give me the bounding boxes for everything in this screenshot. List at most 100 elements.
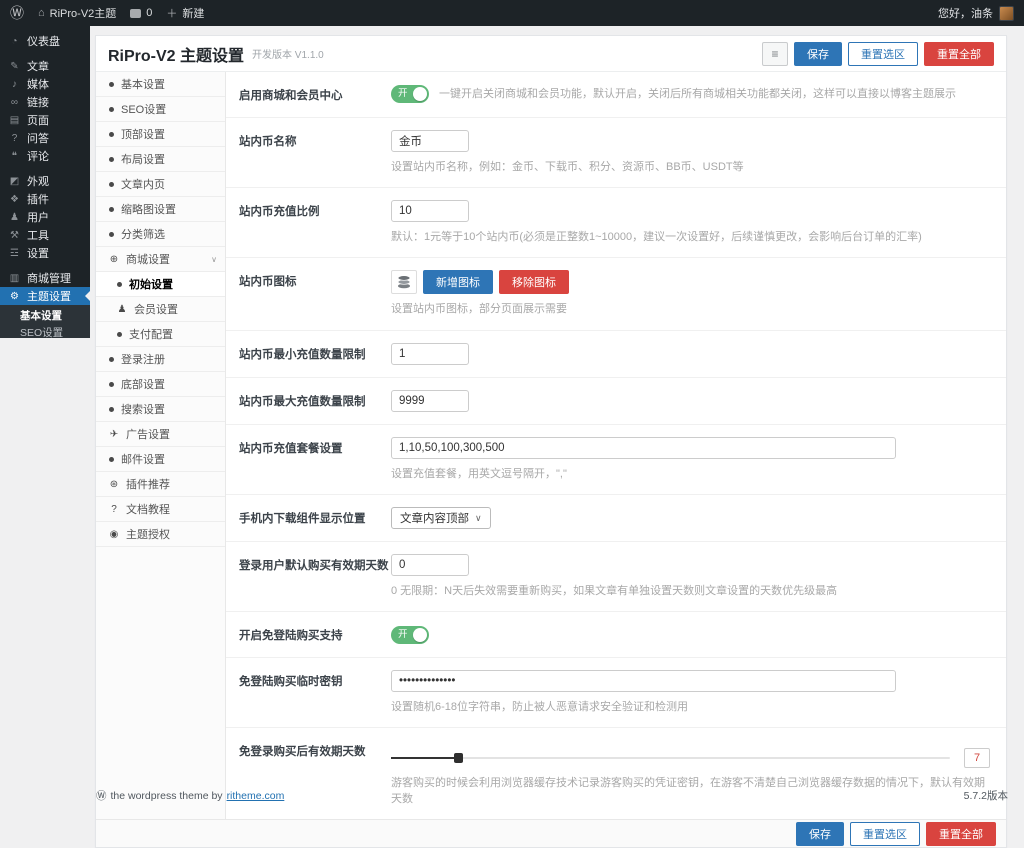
- sidebar-label: 评论: [27, 148, 49, 164]
- enable-shop-toggle[interactable]: 开: [391, 85, 429, 103]
- nav-item-search-settings[interactable]: 搜索设置: [96, 397, 225, 422]
- save-button-bottom[interactable]: 保存: [796, 822, 844, 846]
- sidebar-item-links[interactable]: ∞ 链接: [0, 93, 90, 111]
- slider-thumb[interactable]: [454, 753, 463, 763]
- version-label: 开发版本 V1.1.0: [252, 46, 324, 61]
- help-icon: ?: [109, 504, 119, 515]
- sidebar-item-settings[interactable]: ☲ 设置: [0, 244, 90, 262]
- purchase-valid-days-input[interactable]: [391, 554, 469, 576]
- nav-item-docs[interactable]: ?文档教程: [96, 497, 225, 522]
- ritheme-link[interactable]: ritheme.com: [227, 790, 285, 802]
- wordpress-logo-icon[interactable]: Ⓦ: [10, 3, 24, 23]
- sidebar-item-users[interactable]: ♟ 用户: [0, 208, 90, 226]
- menu-separator: [0, 262, 90, 269]
- sidebar-item-shop-manage[interactable]: ▥ 商城管理: [0, 269, 90, 287]
- user-greeting[interactable]: 您好，油条: [938, 5, 993, 21]
- nav-label: 搜索设置: [121, 401, 165, 417]
- nav-label: 商城设置: [126, 251, 170, 267]
- nav-item-login-register[interactable]: 登录注册: [96, 347, 225, 372]
- nav-label: 缩略图设置: [121, 201, 176, 217]
- dashboard-icon: ◔: [8, 36, 21, 47]
- settings-icon: ☲: [8, 248, 21, 259]
- reset-all-button-bottom[interactable]: 重置全部: [926, 822, 996, 846]
- recharge-ratio-input[interactable]: [391, 200, 469, 222]
- sidebar-item-comments[interactable]: ❝ 评论: [0, 147, 90, 165]
- recharge-packages-input[interactable]: [391, 437, 896, 459]
- reset-section-button-bottom[interactable]: 重置选区: [850, 822, 920, 846]
- nav-item-ad-settings[interactable]: ✈广告设置: [96, 422, 225, 447]
- links-icon: ∞: [8, 97, 21, 108]
- field-label: 站内币最大充值数量限制: [239, 390, 391, 412]
- site-link[interactable]: ⌂ RiPro-V2主题: [38, 5, 116, 21]
- setting-row-max-recharge: 站内币最大充值数量限制: [226, 378, 1006, 425]
- coin-name-input[interactable]: [391, 130, 469, 152]
- nav-label: 底部设置: [121, 376, 165, 392]
- nav-item-member-settings[interactable]: ♟会员设置: [96, 297, 225, 322]
- nav-item-top[interactable]: 顶部设置: [96, 122, 225, 147]
- setting-row-recharge-ratio: 站内币充值比例 默认：1元等于10个站内币(必须是正整数1~10000，建议一次…: [226, 188, 1006, 258]
- sidebar-item-appearance[interactable]: ◩ 外观: [0, 172, 90, 190]
- sidebar-item-pages[interactable]: ▤ 页面: [0, 111, 90, 129]
- sidebar-label: 媒体: [27, 76, 49, 92]
- sidebar-item-qa[interactable]: ? 问答: [0, 129, 90, 147]
- field-desc: 0 无限期：N天后失效需要重新购买，如果文章有单独设置天数则文章设置的天数优先级…: [391, 584, 990, 599]
- comments-shortcut[interactable]: 0: [130, 7, 152, 19]
- bullet-icon: [109, 132, 114, 137]
- nav-item-initial-settings[interactable]: 初始设置: [96, 272, 225, 297]
- nav-label: 布局设置: [121, 151, 165, 167]
- reset-section-button[interactable]: 重置选区: [848, 42, 918, 66]
- bullet-icon: [117, 332, 122, 337]
- nav-item-mail-settings[interactable]: 邮件设置: [96, 447, 225, 472]
- chevron-down-icon: ∨: [475, 513, 482, 524]
- nav-item-post-page[interactable]: 文章内页: [96, 172, 225, 197]
- nav-item-license[interactable]: ◉主题授权: [96, 522, 225, 547]
- field-label: 开启免登陆购买支持: [239, 624, 391, 645]
- nav-item-shop-settings[interactable]: ⊕ 商城设置 ∨: [96, 247, 225, 272]
- download-position-select[interactable]: 文章内容顶部 ∨: [391, 507, 491, 529]
- avatar[interactable]: [999, 6, 1014, 21]
- sidebar-item-posts[interactable]: ✎ 文章: [0, 57, 90, 75]
- min-recharge-input[interactable]: [391, 343, 469, 365]
- question-icon: ?: [8, 133, 21, 144]
- nav-label: 顶部设置: [121, 126, 165, 142]
- sidebar-label: 文章: [27, 58, 49, 74]
- nav-item-layout[interactable]: 布局设置: [96, 147, 225, 172]
- reset-all-button[interactable]: 重置全部: [924, 42, 994, 66]
- nav-item-category-filter[interactable]: 分类筛选: [96, 222, 225, 247]
- field-label: 站内币充值套餐设置: [239, 437, 391, 482]
- sidebar-item-dashboard[interactable]: ◔ 仪表盘: [0, 32, 90, 50]
- submenu-item-basic[interactable]: 基本设置: [0, 308, 90, 325]
- max-recharge-input[interactable]: [391, 390, 469, 412]
- nav-item-basic[interactable]: 基本设置: [96, 72, 225, 97]
- guest-purchase-toggle[interactable]: 开: [391, 626, 429, 644]
- nav-label: 基本设置: [121, 76, 165, 92]
- nav-item-seo[interactable]: SEO设置: [96, 97, 225, 122]
- bullet-icon: [109, 107, 114, 112]
- valid-days-value[interactable]: 7: [964, 748, 990, 768]
- coin-stack-icon: [396, 275, 412, 289]
- valid-days-slider[interactable]: [391, 757, 950, 759]
- coin-image-thumb[interactable]: [391, 270, 417, 294]
- sidebar-item-theme-settings[interactable]: ⚙ 主题设置: [0, 287, 90, 305]
- nav-item-thumbnail[interactable]: 缩略图设置: [96, 197, 225, 222]
- nav-item-payment-config[interactable]: 支付配置: [96, 322, 225, 347]
- new-label: 新建: [182, 5, 204, 21]
- nav-item-plugin-recommend[interactable]: ⊛插件推荐: [96, 472, 225, 497]
- nav-label: 邮件设置: [121, 451, 165, 467]
- new-content-button[interactable]: ＋ 新建: [166, 5, 204, 21]
- nav-label: 初始设置: [129, 276, 173, 292]
- sidebar-item-media[interactable]: ♪ 媒体: [0, 75, 90, 93]
- save-button[interactable]: 保存: [794, 42, 842, 66]
- nav-label: 分类筛选: [121, 226, 165, 242]
- nav-item-footer-settings[interactable]: 底部设置: [96, 372, 225, 397]
- submenu-item-seo[interactable]: SEO设置: [0, 325, 90, 338]
- sidebar-item-plugins[interactable]: ❖ 插件: [0, 190, 90, 208]
- sidebar-item-tools[interactable]: ⚒ 工具: [0, 226, 90, 244]
- bullet-icon: [109, 157, 114, 162]
- menu-separator: [0, 50, 90, 57]
- menu-toggle-button[interactable]: ≡: [762, 42, 788, 66]
- guest-secret-key-input[interactable]: [391, 670, 896, 692]
- field-desc: 一键开启关闭商城和会员功能，默认开启，关闭后所有商城相关功能都关闭，这样可以直接…: [439, 87, 956, 102]
- remove-icon-button[interactable]: 移除图标: [499, 270, 569, 294]
- add-icon-button[interactable]: 新增图标: [423, 270, 493, 294]
